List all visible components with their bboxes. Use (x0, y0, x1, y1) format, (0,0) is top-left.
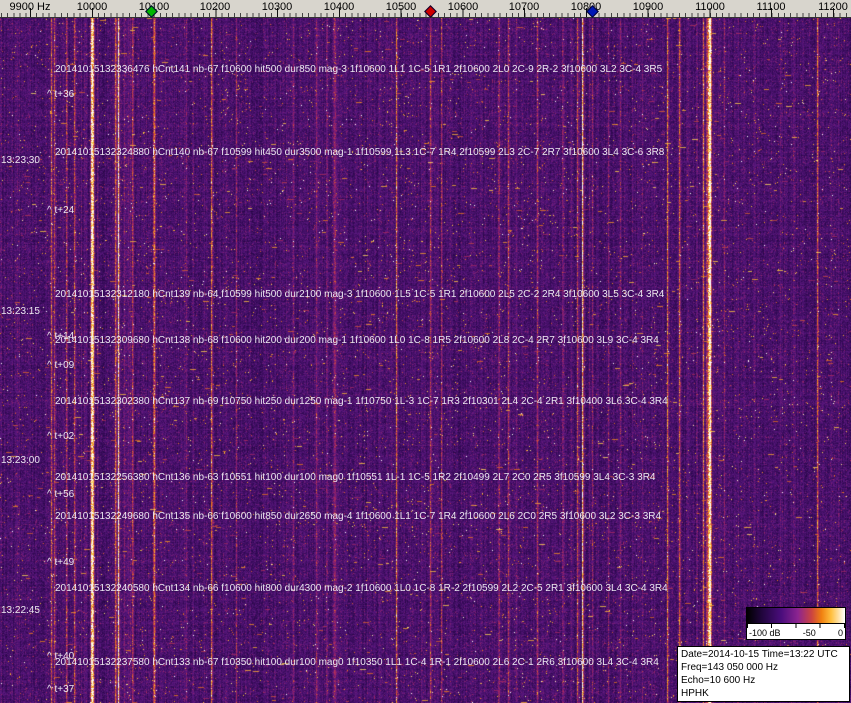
event-time-marker: ^ t+56 (47, 489, 75, 500)
detection-log-line: 20141015132309680 hCnt138 nb-68 f10600 h… (55, 335, 659, 346)
event-time-marker: ^ t+02 (47, 431, 75, 442)
time-tick-label: 13:23:15 (1, 306, 40, 317)
spectrogram-canvas[interactable] (0, 18, 851, 703)
detection-log-line: 20141015132237580 hCnt133 nb-67 f10350 h… (55, 657, 659, 668)
detection-log-line: 20141015132302380 hCnt137 nb-69 f10750 h… (55, 396, 668, 407)
info-date-line: Date=2014-10-15 Time=13:22 UTC (681, 649, 838, 660)
info-freq-line: Freq=143 050 000 Hz (681, 662, 779, 673)
info-echo-line: Echo=10 600 Hz (681, 675, 756, 686)
freq-tick-label: 10300 (261, 1, 293, 13)
detection-log-line: 20141015132324880 hCnt140 nb-67 f10599 h… (55, 147, 665, 158)
colorbar-legend: -100 dB -50 0 (746, 607, 846, 640)
info-box: Date=2014-10-15 Time=13:22 UTC Freq=143 … (677, 646, 850, 702)
time-tick-label: 13:23:00 (1, 455, 40, 466)
event-time-marker: ^ t+09 (47, 360, 75, 371)
event-time-marker: ^ t+49 (47, 557, 75, 568)
freq-tick-label: 10500 (385, 1, 417, 13)
freq-tick-label: 10700 (508, 1, 540, 13)
info-station-line: HPHK (681, 688, 709, 699)
detection-log-line: 20141015132240580 hCnt134 nb-66 f10600 h… (55, 583, 668, 594)
time-tick-label: 13:22:45 (1, 605, 40, 616)
event-time-marker: ^ t+24 (47, 205, 75, 216)
freq-tick-label: 10600 (447, 1, 479, 13)
freq-tick-label: 11200 (818, 1, 848, 13)
colorbar-max-label: 0 (837, 628, 843, 638)
freq-tick-label: 10000 (76, 1, 108, 13)
colorbar-gradient (747, 608, 845, 624)
event-time-marker: ^ t+36 (47, 89, 75, 100)
detection-log-line: 20141015132249680 hCnt135 nb-66 f10600 h… (55, 511, 662, 522)
detection-log-line: 20141015132336476 hCnt141 nb-67 f10600 h… (55, 64, 663, 75)
event-time-marker: ^ t+37 (47, 684, 75, 695)
detection-log-line: 20141015132312180 hCnt139 nb-64 f10599 h… (55, 289, 665, 300)
freq-tick-label: 10400 (323, 1, 355, 13)
colorbar-labels: -100 dB -50 0 (747, 628, 845, 639)
freq-tick-label: 11000 (695, 1, 725, 13)
frequency-axis: 9900 Hz 10000 10100 10200 10300 10400 10… (0, 0, 851, 18)
colorbar-mid-label: -50 (802, 628, 816, 638)
freq-tick-label: 9900 Hz (9, 1, 51, 13)
time-tick-label: 13:23:30 (1, 155, 40, 166)
event-time-marker: ^ t+40 (47, 651, 75, 662)
spectrogram-app: 9900 Hz 10000 10100 10200 10300 10400 10… (0, 0, 851, 703)
event-time-marker: ^ t+14 (47, 331, 75, 342)
freq-tick-label: 10900 (632, 1, 664, 13)
freq-tick-label: 10200 (199, 1, 231, 13)
freq-tick-label: 11100 (756, 1, 786, 13)
colorbar-min-label: -100 dB (749, 628, 781, 638)
detection-log-line: 20141015132256380 hCnt136 nb-63 f10551 h… (55, 472, 656, 483)
